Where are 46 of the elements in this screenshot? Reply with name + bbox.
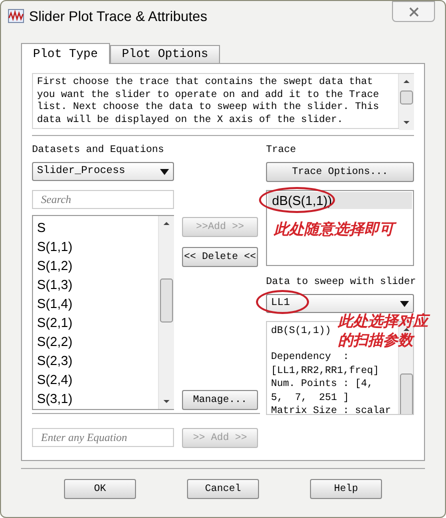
list-item[interactable]: S(2,2) (37, 332, 154, 351)
annotation-text: 此处随意选择即可 (268, 219, 412, 239)
search-field[interactable]: Search (32, 190, 174, 209)
scrollbar[interactable] (399, 74, 414, 130)
section-label: Data to sweep with slider (266, 276, 416, 290)
annotation-text: 此处选择对应 的扫描参数 (338, 312, 428, 350)
section-label: Datasets and Equations (32, 144, 164, 158)
trace-list[interactable]: dB(S(1,1)) 此处随意选择即可 (266, 190, 414, 266)
list-item[interactable]: S(2,1) (37, 313, 154, 332)
info-text: [LL1,RR2,RR1,freq] (271, 364, 380, 378)
list-item[interactable]: S(1,4) (37, 294, 154, 313)
list-item[interactable]: S(2,4) (37, 370, 154, 389)
button[interactable]: OK (64, 479, 136, 499)
highlight-ellipse (256, 290, 309, 314)
list-item[interactable]: dB(S(1,1)) (268, 192, 412, 209)
scrollbar[interactable] (159, 216, 174, 409)
caret-icon (160, 168, 169, 174)
info-text: Dependency : (271, 351, 350, 365)
tab[interactable]: Plot Type (21, 43, 110, 64)
button[interactable]: << Delete << (182, 247, 258, 267)
dropdown[interactable]: LL1 (266, 294, 414, 313)
description-text: First choose the trace that contains the swept data that you want the slider to operate on and add it to the Trace list. Next choose the data to sweep with the slider. This data will be displayed on the X axis of the slider. (36, 76, 380, 128)
button[interactable]: Manage... (182, 390, 258, 410)
info-text: Matrix Size : scalar (271, 405, 392, 414)
button[interactable]: Trace Options... (266, 162, 414, 182)
list-item[interactable]: S(2,3) (37, 351, 154, 370)
window-title: Slider Plot Trace & Attributes (29, 6, 208, 26)
caret-icon (400, 300, 409, 306)
list-item[interactable]: S (37, 218, 154, 237)
info-text: 5, 7, 251 ] (271, 392, 350, 406)
list-item[interactable]: S(1,1) (37, 237, 154, 256)
list-item[interactable]: S(3,1) (37, 389, 154, 408)
section-label: Trace (266, 144, 296, 158)
equation-field[interactable]: Enter any Equation (32, 428, 174, 447)
list-item[interactable]: S(1,3) (37, 275, 154, 294)
list-item[interactable]: S(1,2) (37, 256, 154, 275)
button[interactable]: Help (310, 479, 382, 499)
info-title: dB(S(1,1)) (271, 325, 332, 338)
tab[interactable]: Plot Options (110, 45, 220, 63)
info-text: Num. Points : [4, (271, 378, 374, 392)
app-icon (8, 9, 24, 23)
list-box[interactable]: S S(1,1) S(1,2) S(1,3) S(1,4) S(2,1) S(2,2) S(2,3) S(2,4) S(3,1) (32, 215, 174, 410)
dropdown[interactable]: Slider_Process (32, 162, 174, 181)
button[interactable]: Cancel (187, 479, 259, 499)
close-icon (408, 6, 418, 16)
close-button[interactable] (392, 1, 435, 22)
